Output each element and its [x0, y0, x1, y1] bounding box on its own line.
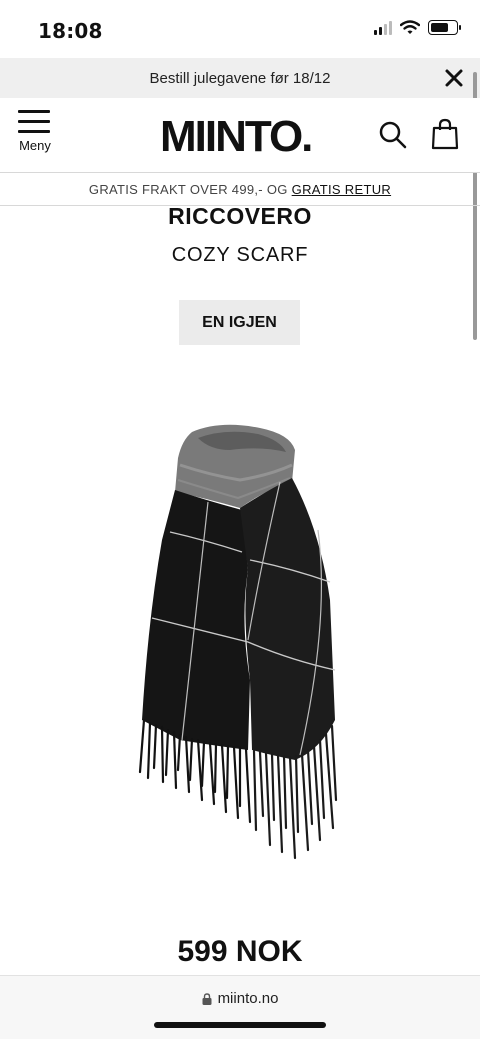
status-icons	[374, 20, 461, 35]
promo-text: Bestill julegavene før 18/12	[149, 69, 331, 87]
battery-icon	[428, 20, 461, 35]
cellular-signal-icon	[374, 20, 392, 35]
scarf-image[interactable]	[130, 420, 350, 865]
hamburger-icon	[18, 110, 52, 133]
shipping-text: GRATIS FRAKT OVER 499,- OG	[88, 181, 288, 197]
menu-button[interactable]: Meny	[18, 110, 52, 153]
search-icon[interactable]	[378, 120, 408, 150]
shopping-bag-icon[interactable]	[430, 118, 460, 150]
close-icon[interactable]	[442, 66, 466, 90]
site-header: Meny MIINTO.	[0, 98, 480, 172]
lock-icon	[202, 992, 212, 1005]
browser-url-bar[interactable]: miinto.no	[0, 975, 480, 1039]
wifi-icon	[400, 20, 420, 34]
product-name: COZY SCARF	[171, 244, 309, 266]
product-price: 599 NOK	[177, 935, 303, 968]
shipping-info-bar: GRATIS FRAKT OVER 499,- OG GRATIS RETUR	[0, 172, 480, 206]
url-text[interactable]: miinto.no	[218, 990, 279, 1007]
promo-banner: Bestill julegavene før 18/12	[0, 58, 480, 98]
free-returns-link[interactable]: GRATIS RETUR	[292, 182, 391, 197]
status-bar: 18:08	[0, 0, 480, 58]
en-igjen-button[interactable]: EN IGJEN	[179, 300, 300, 345]
product-brand[interactable]: RICCOVERO	[0, 203, 480, 230]
site-logo[interactable]: MIINTO.	[160, 112, 313, 162]
menu-label: Meny	[19, 138, 51, 153]
home-indicator[interactable]	[154, 1022, 326, 1028]
status-time: 18:08	[38, 19, 103, 43]
